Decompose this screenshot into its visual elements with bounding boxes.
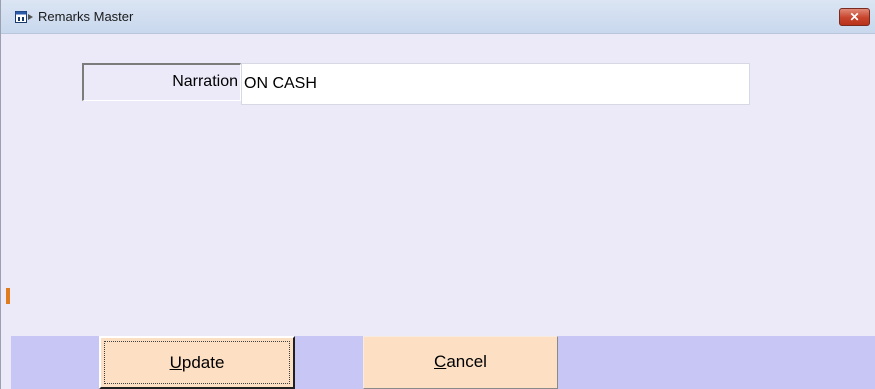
- update-button[interactable]: Update: [99, 336, 295, 389]
- app-window-icon: [15, 11, 33, 23]
- window-title: Remarks Master: [38, 9, 134, 24]
- window-left-edge: [1, 34, 11, 389]
- update-label: pdate: [181, 353, 225, 372]
- close-button[interactable]: ✕: [839, 8, 870, 26]
- narration-input[interactable]: [241, 63, 750, 105]
- update-hotkey: U: [169, 353, 182, 372]
- narration-label: Narration: [82, 63, 241, 101]
- focus-marker: [6, 288, 10, 304]
- cancel-button[interactable]: Cancel: [363, 336, 558, 389]
- cancel-label: ancel: [446, 352, 487, 371]
- title-bar[interactable]: Remarks Master ✕: [1, 0, 875, 34]
- remarks-master-window: Remarks Master ✕ Narration Update Cancel: [0, 0, 875, 389]
- close-icon: ✕: [849, 10, 860, 24]
- cancel-hotkey: C: [434, 352, 447, 371]
